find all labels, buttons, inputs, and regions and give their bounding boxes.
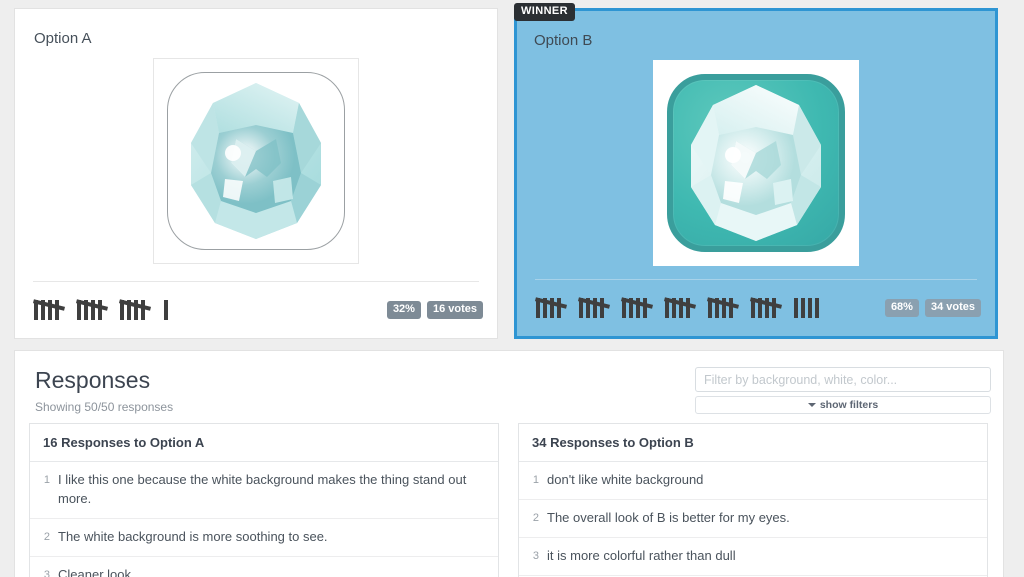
option-a-thumbnail-wrap [15, 46, 497, 281]
tally-group-icon [33, 299, 66, 320]
responses-column-a: 16 Responses to Option A 1 I like this o… [29, 423, 499, 577]
list-item[interactable]: 1 don't like white background [519, 462, 987, 500]
chevron-down-icon [807, 403, 816, 407]
gem-icon-white-background [167, 72, 345, 250]
option-b-tally-marks [535, 296, 885, 320]
winner-badge: WINNER [514, 3, 576, 21]
option-b-thumbnail[interactable] [653, 60, 859, 266]
option-card-b[interactable]: WINNER Option B 68% 34 votes [514, 3, 998, 339]
show-filters-label: show filters [819, 399, 879, 411]
list-item[interactable]: 1 I like this one because the white back… [30, 462, 498, 519]
list-item-number: 2 [43, 530, 50, 543]
list-item-text: it is more colorful rather than dull [547, 547, 736, 563]
option-a-tally-marks [33, 298, 387, 322]
show-filters-button[interactable]: show filters [695, 396, 991, 414]
gem-icon [691, 85, 821, 241]
option-b-badges: 68% 34 votes [884, 299, 981, 317]
option-b-thumbnail-wrap [517, 48, 995, 279]
gem-icon [191, 83, 321, 239]
tally-single-icon [164, 300, 168, 320]
filter-controls: show filters [695, 367, 991, 414]
tally-group-icon [621, 297, 654, 318]
tally-remainder-icon [794, 298, 819, 318]
tally-group-icon [535, 297, 568, 318]
list-item-text: Cleaner look [58, 566, 131, 577]
responses-columns: 16 Responses to Option A 1 I like this o… [15, 423, 1003, 577]
option-a-stats: 32% 16 votes [15, 282, 497, 338]
tally-group-icon [76, 299, 109, 320]
option-b-votes-badge: 34 votes [924, 299, 981, 317]
list-item-number: 3 [532, 549, 539, 562]
option-a-badges: 32% 16 votes [386, 301, 483, 319]
option-a-votes-badge: 16 votes [426, 301, 483, 319]
responses-column-b: 34 Responses to Option B 1 don't like wh… [518, 423, 988, 577]
option-comparison-row: Option A 32% 16 votes WINNER Option B 68… [14, 3, 1010, 339]
list-item[interactable]: 2 The overall look of B is better for my… [519, 500, 987, 538]
responses-panel: Responses Showing 50/50 responses show f… [14, 350, 1004, 577]
tally-group-icon [750, 297, 783, 318]
list-item-text: I like this one because the white backgr… [58, 472, 467, 506]
option-card-a[interactable]: Option A 32% 16 votes [14, 8, 498, 339]
responses-header: Responses Showing 50/50 responses show f… [15, 351, 1003, 423]
list-item-number: 2 [532, 511, 539, 524]
list-item[interactable]: 2 The white background is more soothing … [30, 519, 498, 557]
tally-group-icon [578, 297, 611, 318]
option-a-thumbnail[interactable] [153, 58, 359, 264]
option-a-percent-badge: 32% [386, 301, 421, 319]
list-item[interactable]: 3 Cleaner look [30, 557, 498, 577]
list-item-number: 3 [43, 568, 50, 577]
tally-group-icon [707, 297, 740, 318]
list-item-text: The overall look of B is better for my e… [547, 509, 790, 525]
page-root: Option A 32% 16 votes WINNER Option B 68… [0, 0, 1024, 577]
tally-group-icon [664, 297, 697, 318]
filter-input[interactable] [695, 367, 991, 392]
gem-icon-teal-background [667, 74, 845, 252]
option-b-percent-badge: 68% [884, 299, 919, 317]
option-a-label: Option A [34, 30, 92, 47]
list-item-text: don't like white background [547, 472, 704, 487]
responses-column-b-header: 34 Responses to Option B [519, 424, 987, 462]
tally-group-icon [119, 299, 152, 320]
list-item-number: 1 [43, 474, 50, 486]
list-item-text: The white background is more soothing to… [58, 528, 328, 544]
option-b-label: Option B [534, 32, 593, 49]
list-item[interactable]: 3 it is more colorful rather than dull [519, 538, 987, 576]
responses-column-a-header: 16 Responses to Option A [30, 424, 498, 462]
list-item-number: 1 [532, 474, 539, 486]
option-b-stats: 68% 34 votes [517, 280, 995, 336]
